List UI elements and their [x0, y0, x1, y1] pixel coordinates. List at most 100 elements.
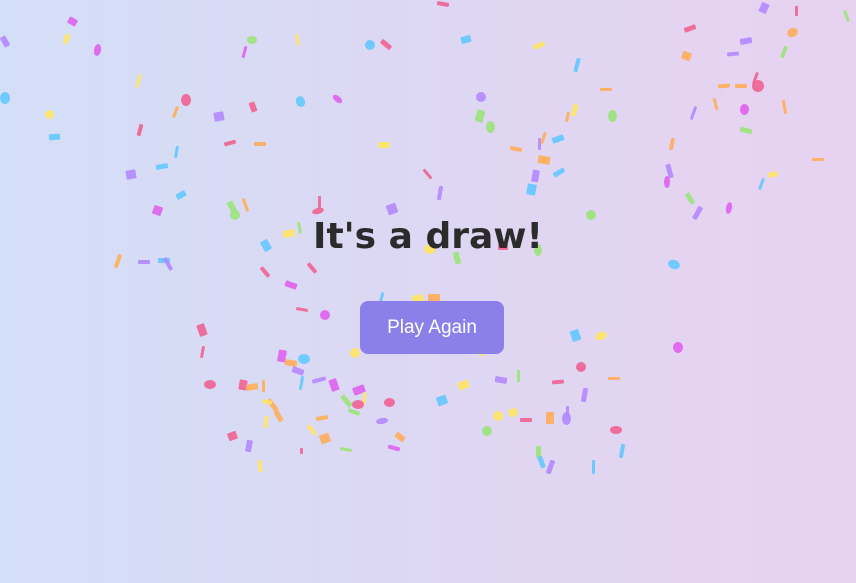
confetti-piece	[365, 40, 375, 50]
confetti-piece	[665, 163, 674, 179]
confetti-piece	[0, 35, 11, 48]
confetti-piece	[780, 45, 788, 59]
confetti-piece	[284, 280, 298, 290]
confetti-piece	[266, 398, 279, 412]
confetti-piece	[570, 103, 579, 117]
confetti-piece	[387, 444, 401, 452]
confetti-piece	[136, 123, 144, 137]
confetti-piece	[843, 9, 850, 23]
confetti-piece	[375, 417, 389, 425]
confetti-piece	[245, 439, 253, 453]
confetti-piece	[339, 446, 353, 453]
confetti-piece	[531, 169, 540, 183]
confetti-piece	[540, 131, 547, 145]
confetti-piece	[181, 94, 191, 106]
confetti-piece	[569, 328, 582, 343]
confetti-piece	[340, 394, 353, 408]
confetti-piece	[664, 176, 670, 188]
confetti-piece	[739, 126, 753, 135]
confetti-piece	[0, 92, 10, 104]
confetti-piece	[172, 105, 179, 119]
confetti-piece	[347, 408, 361, 416]
confetti-piece	[135, 73, 142, 89]
confetti-piece	[758, 177, 765, 191]
confetti-piece	[277, 349, 287, 363]
confetti-piece	[726, 51, 740, 57]
confetti-piece	[509, 145, 523, 153]
confetti-piece	[259, 266, 271, 278]
confetti-piece	[394, 431, 406, 443]
confetti-piece	[673, 342, 683, 353]
confetti-piece	[546, 412, 554, 424]
confetti-piece	[422, 168, 433, 180]
confetti-piece	[311, 376, 327, 384]
confetti-piece	[262, 380, 265, 392]
confetti-piece	[196, 322, 208, 338]
confetti-piece	[476, 92, 486, 102]
confetti-piece	[125, 169, 137, 180]
result-title: It's a draw!	[313, 216, 543, 257]
confetti-piece	[537, 155, 551, 165]
confetti-piece	[781, 99, 788, 115]
confetti-piece	[62, 33, 71, 45]
confetti-piece	[712, 97, 719, 111]
play-again-button[interactable]: Play Again	[360, 301, 504, 354]
confetti-piece	[298, 354, 310, 364]
confetti-piece	[204, 380, 216, 389]
confetti-piece	[565, 111, 570, 123]
confetti-piece	[48, 133, 61, 141]
confetti-piece	[350, 348, 360, 358]
confetti-piece	[735, 84, 747, 88]
confetti-piece	[566, 406, 569, 418]
confetti-piece	[576, 362, 586, 372]
confetti-piece	[580, 387, 589, 403]
confetti-piece	[739, 37, 753, 45]
confetti-piece	[683, 24, 697, 33]
confetti-piece	[226, 430, 239, 442]
confetti-piece	[474, 109, 486, 123]
confetti-piece	[795, 6, 798, 16]
confetti-piece	[532, 41, 546, 50]
confetti-piece	[254, 142, 266, 146]
confetti-piece	[306, 262, 318, 274]
confetti-piece	[551, 379, 565, 385]
confetti-piece	[600, 88, 612, 91]
confetti-piece	[45, 110, 54, 119]
confetti-piece	[740, 104, 749, 115]
confetti-piece	[608, 377, 620, 380]
confetti-piece	[295, 306, 309, 313]
confetti-decoration	[0, 0, 856, 583]
confetti-piece	[213, 111, 225, 122]
confetti-piece	[618, 443, 626, 459]
confetti-piece	[460, 34, 472, 45]
confetti-piece	[298, 375, 305, 391]
confetti-piece	[175, 189, 187, 201]
confetti-piece	[435, 394, 449, 407]
confetti-piece	[436, 0, 450, 8]
confetti-piece	[436, 185, 444, 201]
confetti-piece	[537, 455, 546, 469]
confetti-piece	[66, 16, 79, 27]
confetti-piece	[241, 197, 250, 213]
confetti-piece	[241, 45, 248, 59]
confetti-piece	[262, 415, 270, 429]
confetti-piece	[680, 50, 693, 62]
confetti-piece	[352, 400, 364, 409]
confetti-piece	[363, 392, 366, 404]
confetti-piece	[256, 459, 264, 473]
confetti-piece	[93, 43, 102, 57]
confetti-piece	[551, 134, 565, 144]
confetti-piece	[328, 377, 340, 393]
confetti-piece	[752, 71, 759, 85]
confetti-piece	[668, 137, 676, 151]
confetti-piece	[351, 384, 367, 396]
confetti-piece	[552, 167, 566, 178]
confetti-piece	[294, 33, 301, 47]
confetti-piece	[538, 138, 541, 150]
confetti-piece	[486, 121, 495, 133]
confetti-piece	[717, 83, 731, 89]
confetti-piece	[247, 36, 257, 44]
confetti-piece	[752, 80, 764, 92]
confetti-piece	[494, 376, 508, 384]
confetti-piece	[526, 183, 537, 196]
